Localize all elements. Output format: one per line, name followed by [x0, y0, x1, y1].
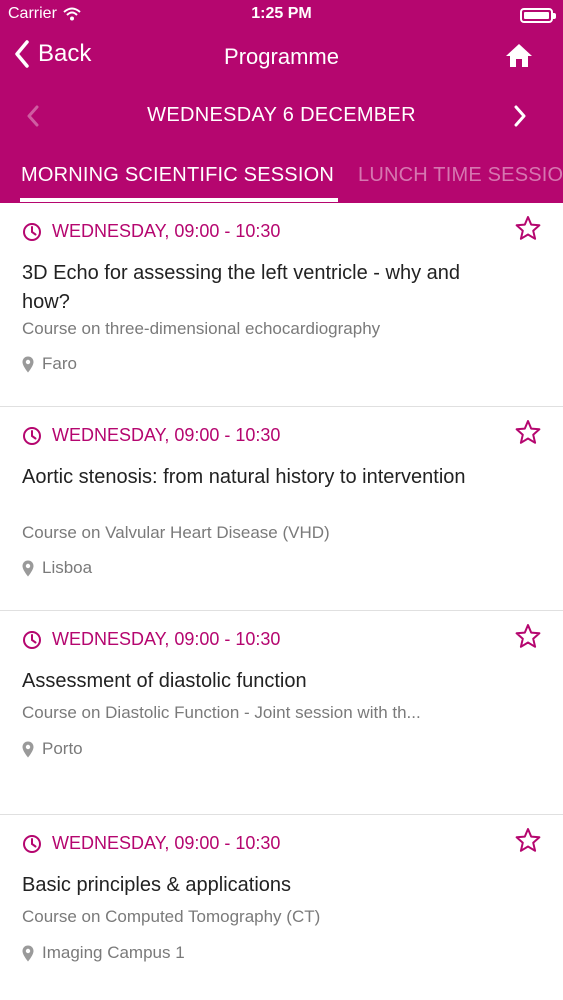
page-title: Programme — [224, 44, 339, 69]
date-navigator: WEDNESDAY 6 DECEMBER — [0, 96, 563, 136]
session-time: WEDNESDAY, 09:00 - 10:30 — [22, 629, 280, 650]
session-location-label: Lisboa — [42, 558, 93, 577]
tab-lunch-time-sessions[interactable]: LUNCH TIME SESSIONS — [358, 164, 563, 187]
session-title: Assessment of diastolic function — [22, 670, 307, 692]
session-time-label: WEDNESDAY, 09:00 - 10:30 — [52, 629, 281, 649]
status-time: 1:25 PM — [251, 5, 312, 22]
session-time-label: WEDNESDAY, 09:00 - 10:30 — [52, 221, 281, 241]
date-label: WEDNESDAY 6 DECEMBER — [147, 104, 416, 126]
status-bar: Carrier 1:25 PM — [0, 0, 563, 30]
session-card[interactable]: WEDNESDAY, 09:00 - 10:30 3D Echo for ass… — [0, 203, 563, 407]
clock-icon — [23, 222, 41, 241]
tab-morning-scientific-session[interactable]: MORNING SCIENTIFIC SESSION — [21, 164, 334, 187]
location-pin-icon — [22, 741, 34, 757]
app-header: Carrier 1:25 PM Back Programme WEDNESDAY… — [0, 0, 563, 203]
next-day-chevron-icon[interactable] — [513, 105, 527, 127]
session-card[interactable]: WEDNESDAY, 09:00 - 10:30 Assessment of d… — [0, 611, 563, 815]
session-title: 3D Echo for assessing the left ventricle… — [22, 262, 460, 313]
clock-icon — [23, 426, 41, 445]
star-icon[interactable] — [515, 215, 541, 241]
star-icon[interactable] — [515, 623, 541, 649]
session-location: Imaging Campus 1 — [22, 943, 185, 963]
session-subtitle: Course on Valvular Heart Disease (VHD) — [22, 523, 330, 542]
location-pin-icon — [22, 560, 34, 576]
session-time: WEDNESDAY, 09:00 - 10:30 — [22, 221, 280, 242]
clock-icon — [23, 834, 41, 853]
session-time-label: WEDNESDAY, 09:00 - 10:30 — [52, 425, 281, 445]
session-title: Basic principles & applications — [22, 874, 292, 896]
session-time-label: WEDNESDAY, 09:00 - 10:30 — [52, 833, 281, 853]
home-button[interactable] — [505, 42, 533, 73]
nav-bar: Back Programme — [0, 36, 563, 80]
session-location-label: Faro — [42, 354, 77, 373]
location-pin-icon — [22, 945, 34, 961]
session-location-label: Imaging Campus 1 — [42, 943, 185, 962]
star-icon[interactable] — [515, 419, 541, 445]
session-card[interactable]: WEDNESDAY, 09:00 - 10:30 Aortic stenosis… — [0, 407, 563, 611]
session-location: Faro — [22, 354, 77, 374]
session-card[interactable]: WEDNESDAY, 09:00 - 10:30 Basic principle… — [0, 815, 563, 1000]
session-subtitle: Course on Computed Tomography (CT) — [22, 907, 321, 926]
clock-icon — [23, 630, 41, 649]
session-location: Porto — [22, 739, 83, 759]
active-tab-indicator — [20, 198, 338, 202]
star-icon[interactable] — [515, 827, 541, 853]
session-location: Lisboa — [22, 558, 92, 578]
location-pin-icon — [22, 356, 34, 372]
session-time: WEDNESDAY, 09:00 - 10:30 — [22, 833, 280, 854]
session-subtitle: Course on three-dimensional echocardiogr… — [22, 319, 381, 338]
battery-icon — [520, 8, 556, 23]
session-list: WEDNESDAY, 09:00 - 10:30 3D Echo for ass… — [0, 203, 563, 1000]
session-tabs: MORNING SCIENTIFIC SESSION LUNCH TIME SE… — [0, 158, 563, 203]
session-title: Aortic stenosis: from natural history to… — [22, 466, 466, 488]
session-location-label: Porto — [42, 739, 83, 758]
session-subtitle: Course on Diastolic Function - Joint ses… — [22, 703, 421, 722]
home-icon — [506, 44, 532, 67]
session-time: WEDNESDAY, 09:00 - 10:30 — [22, 425, 280, 446]
